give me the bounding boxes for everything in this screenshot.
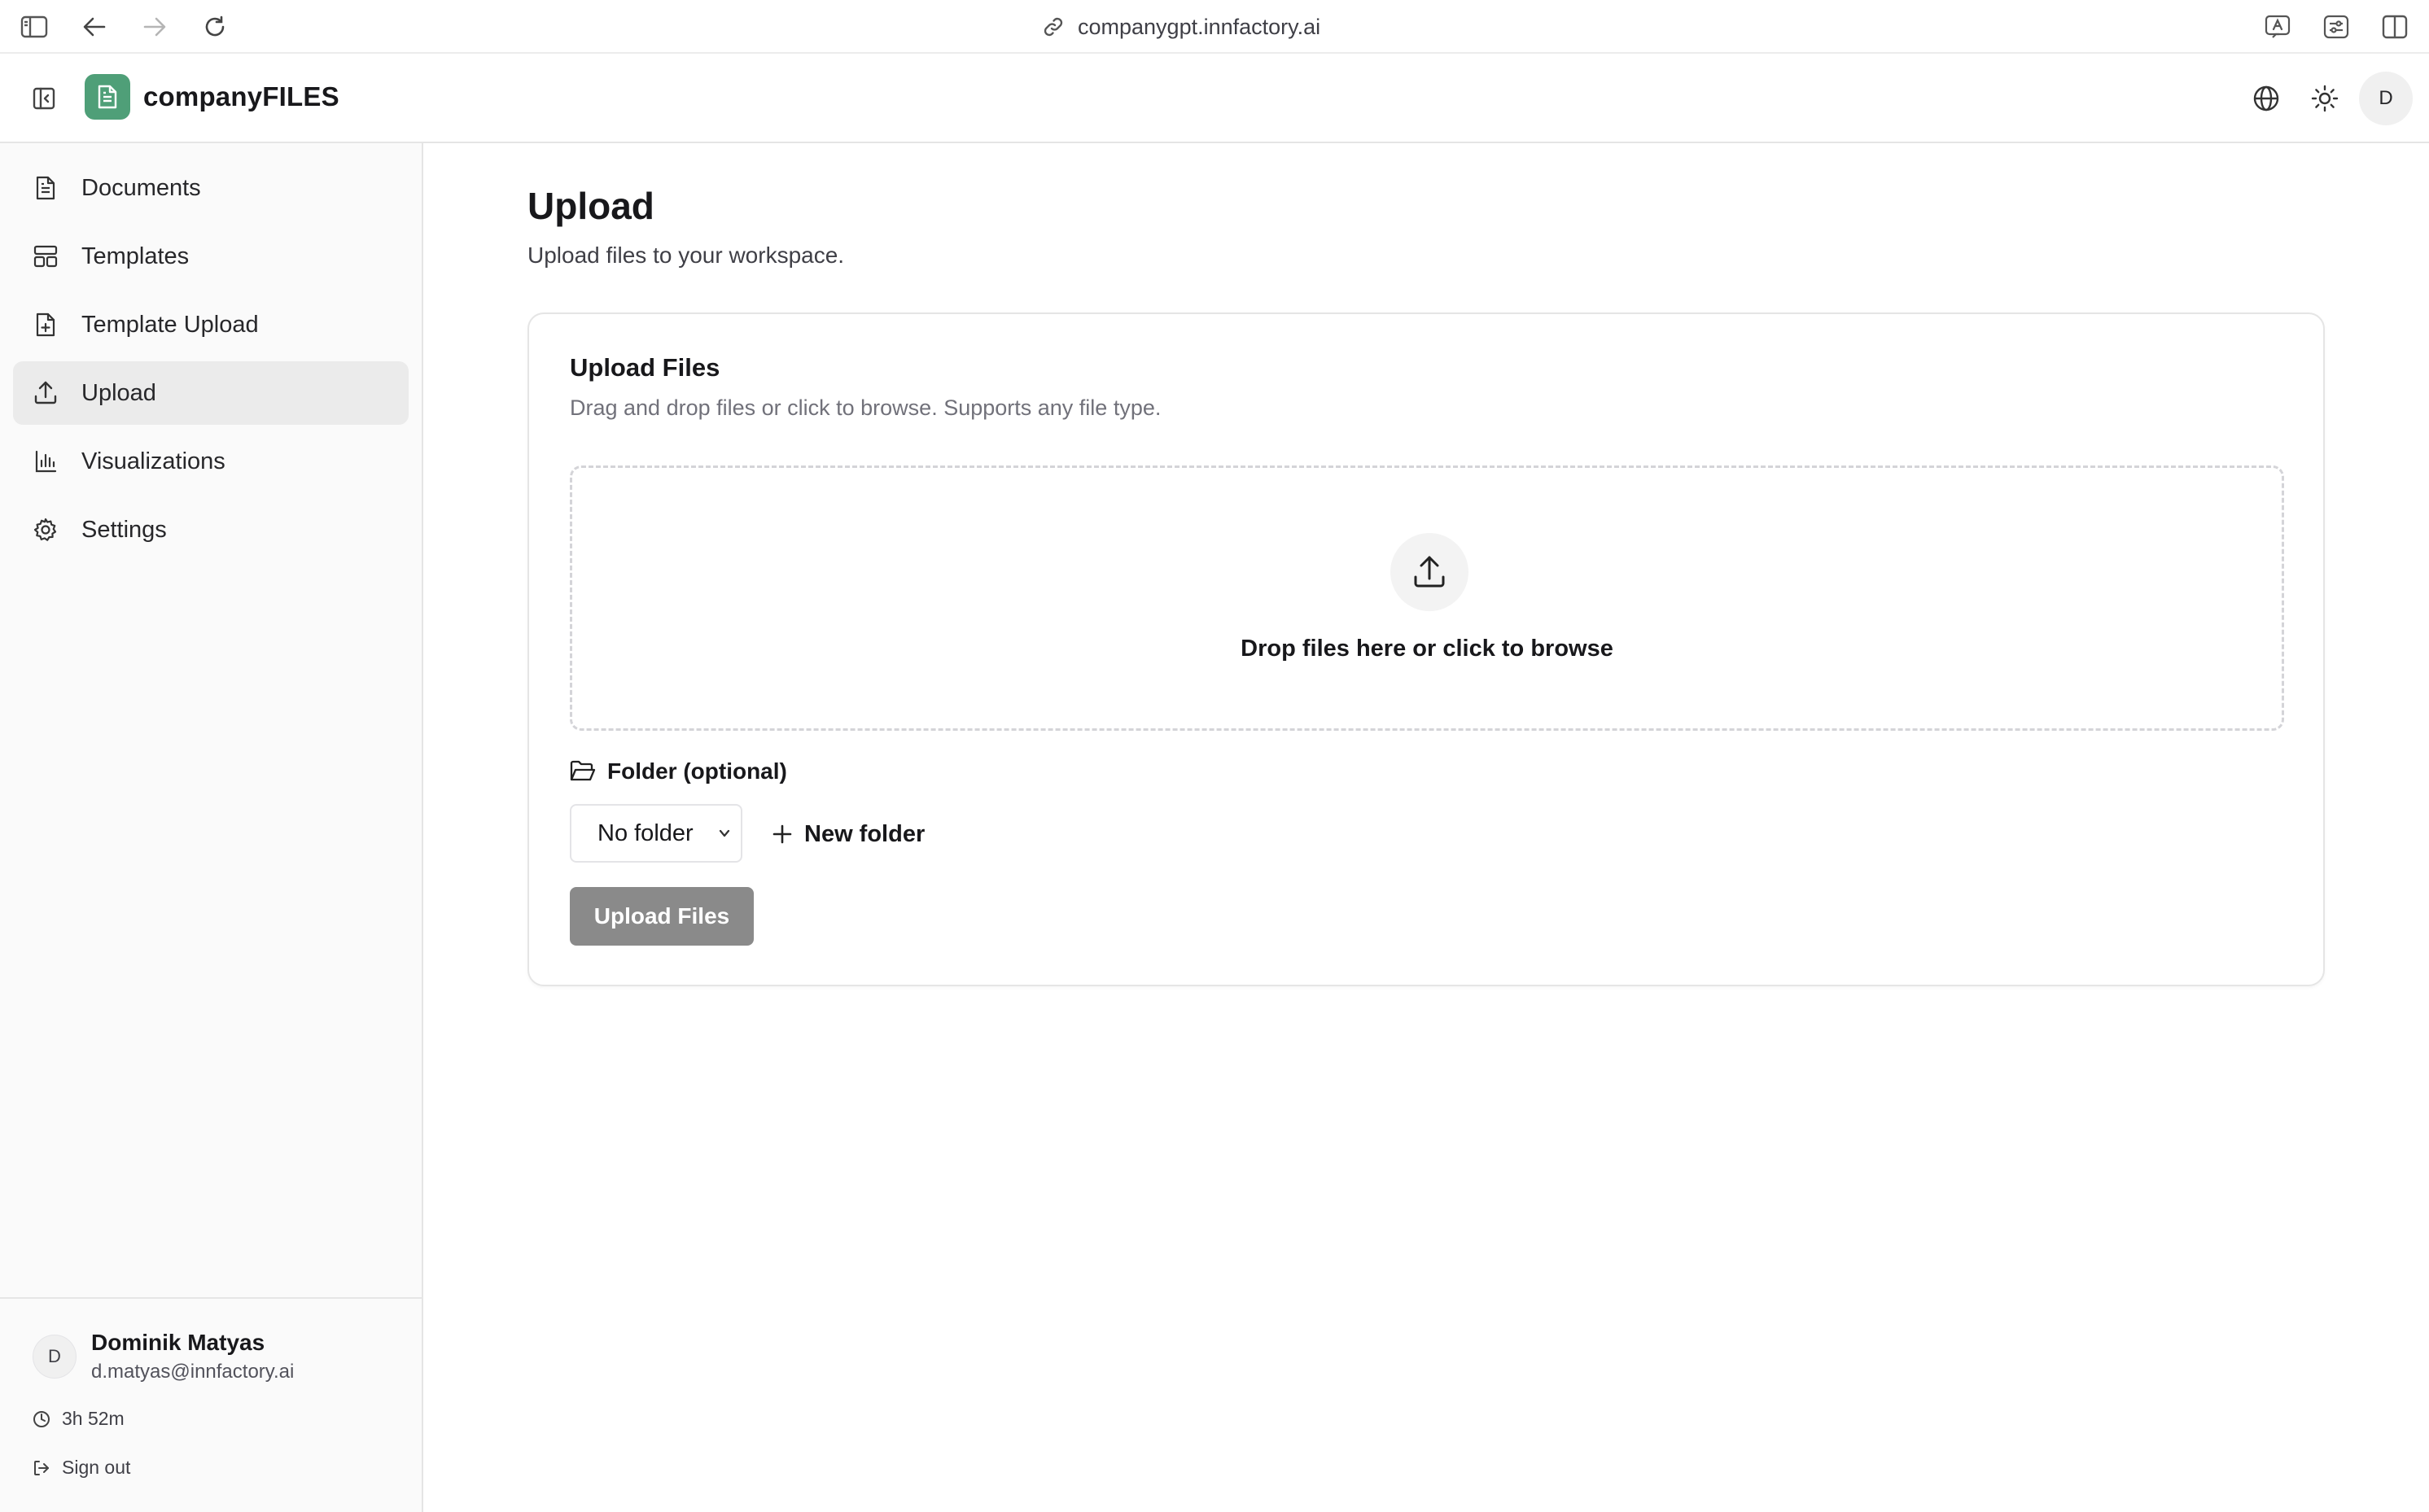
folder-label: Folder (optional) bbox=[570, 758, 787, 784]
session-time-text: 3h 52m bbox=[62, 1408, 125, 1429]
sidebar: Documents Templates Template Upload Uplo… bbox=[0, 143, 423, 1512]
sidebar-item-template-upload[interactable]: Template Upload bbox=[13, 293, 409, 356]
dropzone-text: Drop files here or click to browse bbox=[1241, 636, 1613, 662]
layout-template-icon bbox=[33, 243, 59, 269]
card-title: Upload Files bbox=[570, 353, 720, 382]
sidebar-item-upload[interactable]: Upload bbox=[13, 361, 409, 425]
sidebar-item-label: Template Upload bbox=[81, 311, 259, 338]
user-email: d.matyas@innfactory.ai bbox=[91, 1361, 295, 1383]
split-view-icon[interactable] bbox=[2379, 11, 2411, 43]
forward-arrow-icon[interactable] bbox=[138, 11, 171, 43]
plus-icon bbox=[772, 824, 793, 845]
session-timer: 3h 52m bbox=[33, 1408, 125, 1430]
upload-icon bbox=[1390, 533, 1468, 611]
page-title: Upload bbox=[527, 185, 654, 227]
chevron-down-icon bbox=[716, 825, 733, 841]
browser-toolbar: companygpt.innfactory.ai bbox=[0, 0, 2429, 54]
folder-select[interactable]: No folder bbox=[570, 804, 742, 863]
upload-icon bbox=[33, 380, 59, 406]
sidebar-user-panel: D Dominik Matyas d.matyas@innfactory.ai … bbox=[0, 1297, 422, 1512]
card-description: Drag and drop files or click to browse. … bbox=[570, 395, 1162, 420]
sidebar-toggle-icon[interactable] bbox=[18, 11, 50, 43]
sidebar-item-settings[interactable]: Settings bbox=[13, 498, 409, 562]
avatar: D bbox=[33, 1335, 77, 1379]
new-folder-button[interactable]: New folder bbox=[772, 806, 925, 863]
file-dropzone[interactable]: Drop files here or click to browse bbox=[570, 465, 2284, 731]
back-arrow-icon[interactable] bbox=[78, 11, 111, 43]
gear-icon bbox=[33, 517, 59, 543]
app-header: companyFILES D bbox=[0, 54, 2429, 143]
sidebar-item-label: Settings bbox=[81, 516, 167, 543]
user-avatar-button[interactable]: D bbox=[2359, 72, 2413, 125]
sign-out-label: Sign out bbox=[62, 1457, 131, 1478]
sign-out-icon bbox=[33, 1459, 50, 1477]
clock-icon bbox=[33, 1410, 50, 1428]
extensions-icon[interactable] bbox=[2320, 11, 2352, 43]
sidebar-item-label: Templates bbox=[81, 243, 190, 269]
bar-chart-icon bbox=[33, 448, 59, 474]
folder-select-value: No folder bbox=[597, 819, 694, 846]
folder-open-icon bbox=[570, 760, 596, 783]
upload-card: Upload Files Drag and drop files or clic… bbox=[527, 312, 2325, 986]
link-icon bbox=[1042, 15, 1065, 38]
app-brand-name: companyFILES bbox=[143, 81, 339, 111]
page-subtitle: Upload files to your workspace. bbox=[527, 243, 845, 268]
sidebar-item-label: Documents bbox=[81, 174, 201, 201]
url-text: companygpt.innfactory.ai bbox=[1078, 14, 1321, 39]
globe-icon[interactable] bbox=[2250, 82, 2282, 115]
new-folder-label: New folder bbox=[804, 820, 926, 847]
upload-files-button[interactable]: Upload Files bbox=[570, 887, 754, 946]
sidebar-item-label: Upload bbox=[81, 379, 156, 406]
file-plus-icon bbox=[33, 312, 59, 338]
address-bar[interactable]: companygpt.innfactory.ai bbox=[1042, 11, 1320, 42]
sign-out-button[interactable]: Sign out bbox=[33, 1457, 130, 1479]
collapse-sidebar-icon[interactable] bbox=[28, 82, 60, 115]
translate-icon[interactable] bbox=[2261, 11, 2294, 43]
sidebar-item-templates[interactable]: Templates bbox=[13, 225, 409, 288]
file-text-icon bbox=[33, 175, 59, 201]
app-logo-icon bbox=[85, 74, 130, 120]
reload-icon[interactable] bbox=[199, 11, 231, 43]
user-name: Dominik Matyas bbox=[91, 1330, 265, 1355]
sidebar-item-visualizations[interactable]: Visualizations bbox=[13, 430, 409, 493]
sidebar-item-documents[interactable]: Documents bbox=[13, 156, 409, 220]
sun-icon[interactable] bbox=[2309, 82, 2341, 115]
sidebar-item-label: Visualizations bbox=[81, 448, 225, 474]
folder-label-text: Folder (optional) bbox=[607, 758, 787, 784]
